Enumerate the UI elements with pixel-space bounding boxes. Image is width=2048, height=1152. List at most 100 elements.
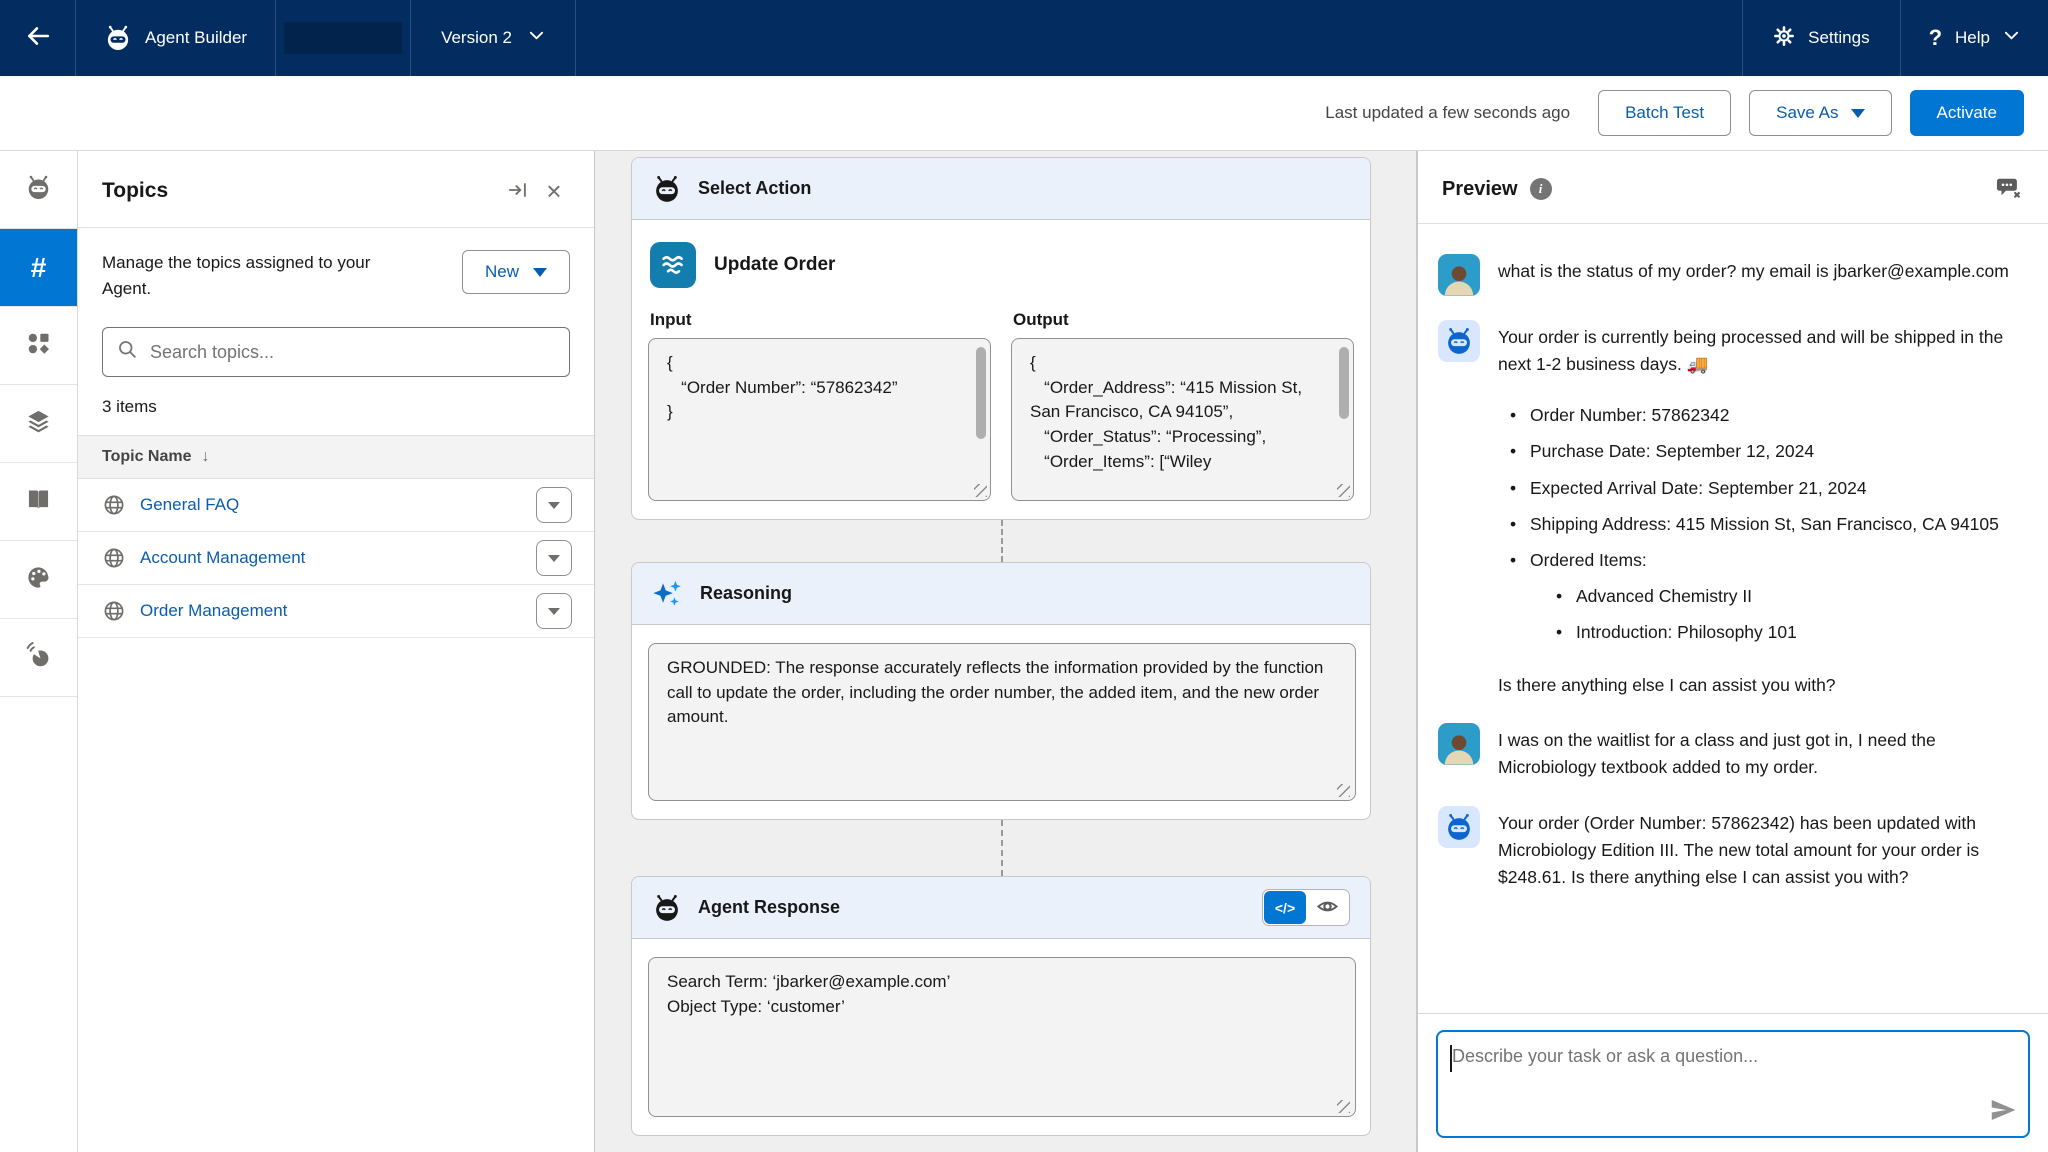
version-label: Version 2 — [441, 28, 512, 48]
rail-item-agent[interactable] — [0, 151, 77, 229]
help-icon: ? — [1929, 25, 1942, 51]
message-intro: Your order is currently being processed … — [1498, 327, 2003, 374]
settings-button[interactable]: Settings — [1743, 0, 1900, 76]
gear-icon — [1773, 25, 1795, 52]
message-text: Your order (Order Number: 57862342) has … — [1498, 806, 2022, 891]
topic-link-order-management[interactable]: Order Management — [140, 601, 522, 621]
new-topic-label: New — [485, 262, 519, 282]
topics-description: Manage the topics assigned to your Agent… — [102, 250, 402, 301]
list-item: Introduction: Philosophy 101 — [1554, 619, 2022, 646]
palette-icon — [25, 564, 52, 596]
agent-response-card: Agent Response </> Search Term: ‘jbarker… — [631, 876, 1371, 1136]
bot-avatar — [1438, 320, 1480, 362]
app-brand: Agent Builder — [76, 0, 276, 76]
rail-item-topics[interactable]: # — [0, 229, 77, 307]
rail-item-knowledge[interactable] — [0, 463, 77, 541]
resize-handle[interactable] — [1337, 784, 1350, 797]
topic-row: Order Management — [78, 585, 594, 638]
reasoning-card: Reasoning GROUNDED: The response accurat… — [631, 562, 1371, 820]
agent-response-textarea[interactable]: Search Term: ‘jbarker@example.com’ Objec… — [648, 957, 1356, 1117]
composer-area — [1418, 1013, 2048, 1152]
topic-row-actions-dropdown[interactable] — [536, 540, 572, 576]
rail-item-layers[interactable] — [0, 385, 77, 463]
help-dropdown[interactable]: ? Help — [1901, 0, 2048, 76]
select-action-title: Select Action — [698, 178, 811, 199]
topic-link-account-management[interactable]: Account Management — [140, 548, 522, 568]
new-topic-dropdown-button[interactable]: New — [462, 250, 570, 294]
action-toolbar: Last updated a few seconds ago Batch Tes… — [0, 76, 2048, 151]
settings-label: Settings — [1808, 28, 1869, 48]
rail-item-monitoring[interactable] — [0, 619, 77, 697]
text-caret — [1450, 1045, 1452, 1072]
preview-title: Preview — [1442, 178, 1518, 201]
rail-item-styling[interactable] — [0, 541, 77, 619]
save-as-label: Save As — [1776, 103, 1838, 123]
message-composer — [1436, 1030, 2030, 1138]
flow-connector — [1001, 520, 1003, 562]
topics-panel-header: Topics × — [78, 151, 594, 228]
resize-handle[interactable] — [974, 484, 987, 497]
pin-right-icon — [507, 179, 529, 204]
preview-view-button[interactable] — [1306, 891, 1348, 924]
composer-input[interactable] — [1438, 1032, 2028, 1136]
bot-message: Your order is currently being processed … — [1438, 320, 2022, 699]
code-view-button[interactable]: </> — [1264, 891, 1306, 924]
left-icon-rail: # — [0, 151, 78, 1152]
list-item: Advanced Chemistry II — [1554, 583, 2022, 610]
selected-action: Update Order — [650, 242, 1354, 288]
activate-button[interactable]: Activate — [1910, 90, 2024, 136]
arrow-left-icon — [25, 23, 51, 54]
info-icon[interactable]: i — [1530, 178, 1552, 200]
save-as-dropdown-button[interactable]: Save As — [1749, 90, 1891, 136]
dropdown-arrow-icon — [548, 502, 560, 509]
agent-builder-logo-icon — [104, 24, 132, 52]
topics-hash-icon: # — [31, 252, 47, 284]
bot-message: Your order (Order Number: 57862342) has … — [1438, 806, 2022, 891]
action-input-textarea[interactable]: { “Order Number”: “57862342” } — [648, 338, 991, 501]
topic-row-actions-dropdown[interactable] — [536, 593, 572, 629]
preview-panel: Preview i what is the status of my order… — [1417, 151, 2048, 1152]
list-item: Purchase Date: September 12, 2024 — [1508, 438, 2022, 465]
action-output-textarea[interactable]: { “Order_Address”: “415 Mission St, San … — [1011, 338, 1354, 501]
end-chat-icon — [1995, 175, 2021, 204]
user-message: what is the status of my order? my email… — [1438, 254, 2022, 296]
agent-response-title: Agent Response — [698, 897, 840, 918]
preview-header: Preview i — [1418, 151, 2048, 224]
list-item: Order Number: 57862342 — [1508, 402, 2022, 429]
agent-name-area — [276, 0, 411, 76]
collapse-panel-button[interactable] — [500, 173, 536, 209]
dropdown-arrow-icon — [548, 608, 560, 615]
agent-name-redacted — [284, 22, 402, 54]
layers-icon — [25, 408, 52, 440]
rail-item-actions[interactable] — [0, 307, 77, 385]
app-title: Agent Builder — [145, 28, 247, 48]
scrollbar-thumb[interactable] — [976, 347, 986, 439]
version-dropdown[interactable]: Version 2 — [411, 0, 576, 76]
flow-connector — [1001, 820, 1003, 876]
bot-avatar — [1438, 806, 1480, 848]
resize-handle[interactable] — [1337, 1100, 1350, 1113]
topic-row-actions-dropdown[interactable] — [536, 487, 572, 523]
flow-action-icon — [650, 242, 696, 288]
end-conversation-button[interactable] — [1990, 171, 2026, 207]
topic-link-general-faq[interactable]: General FAQ — [140, 495, 522, 515]
back-button[interactable] — [0, 0, 76, 76]
dropdown-arrow-icon — [533, 268, 547, 277]
chevron-down-icon — [2003, 27, 2020, 49]
search-topics-input[interactable] — [150, 342, 555, 363]
dropdown-arrow-icon — [548, 555, 560, 562]
dropdown-arrow-icon — [1851, 109, 1865, 118]
resize-handle[interactable] — [1337, 484, 1350, 497]
reasoning-header: Reasoning — [632, 563, 1370, 625]
reasoning-textarea[interactable]: GROUNDED: The response accurately reflec… — [648, 643, 1356, 801]
send-button[interactable] — [1988, 1095, 2018, 1128]
close-panel-button[interactable]: × — [536, 173, 572, 209]
message-text: what is the status of my order? my email… — [1498, 254, 2009, 296]
batch-test-button[interactable]: Batch Test — [1598, 90, 1731, 136]
topics-panel: Topics × Manage the topics assigned to y… — [78, 151, 595, 1152]
bot-icon — [25, 174, 52, 206]
actions-shapes-icon — [25, 330, 52, 362]
topic-name-column-header[interactable]: Topic Name ↓ — [78, 435, 594, 479]
help-label: Help — [1955, 28, 1990, 48]
scrollbar-thumb[interactable] — [1339, 347, 1349, 419]
